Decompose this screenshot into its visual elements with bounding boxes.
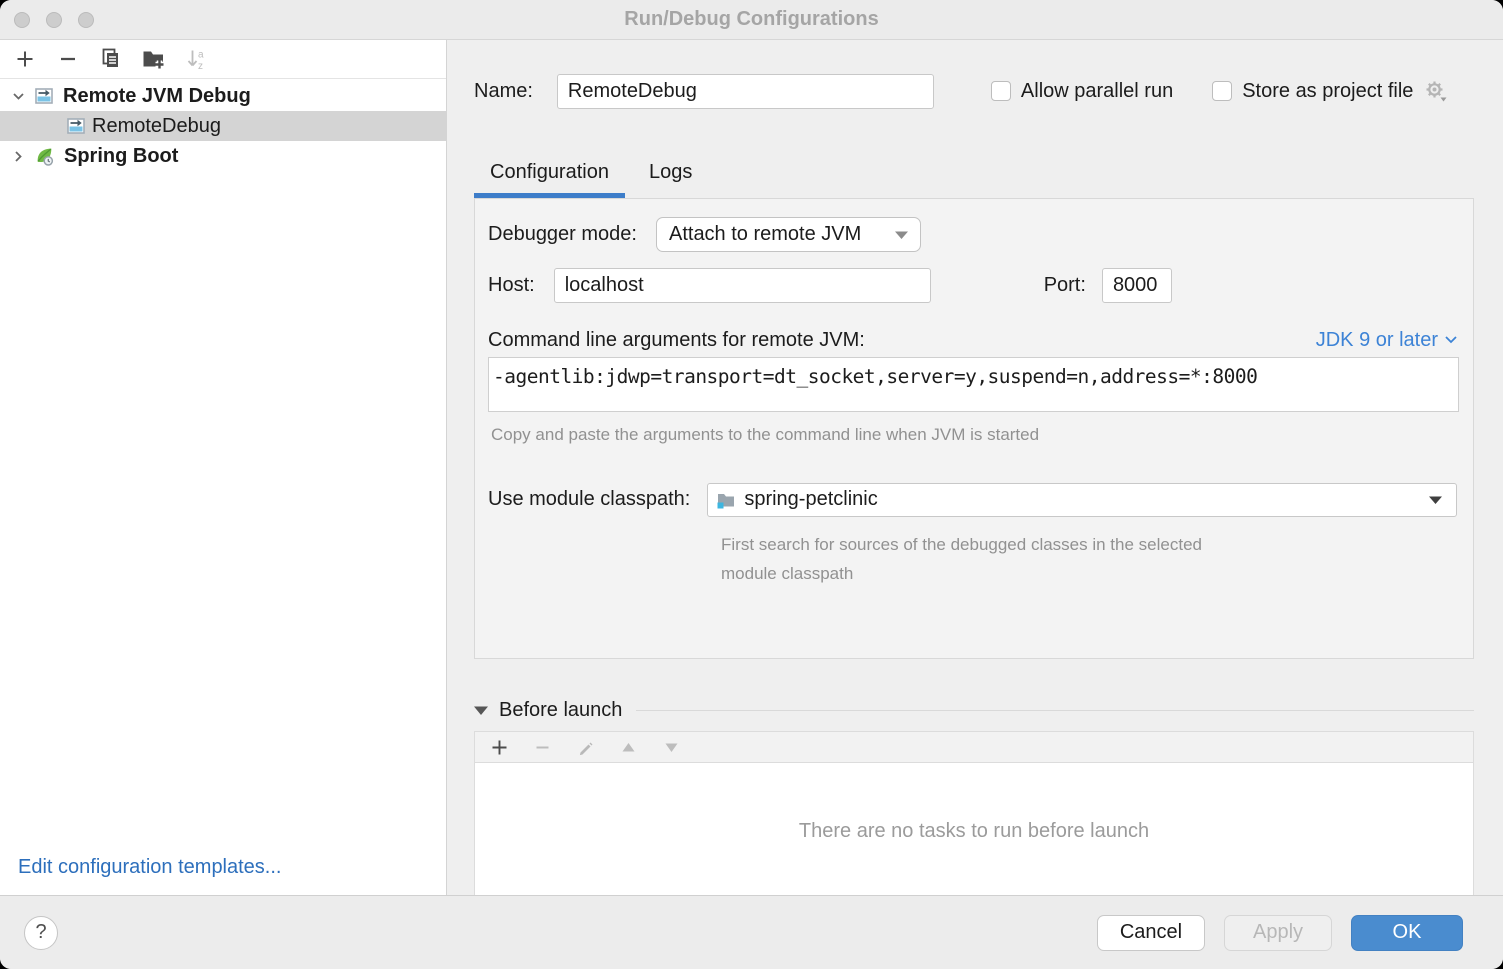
debugger-mode-row: Debugger mode: Attach to remote JVM: [488, 217, 1457, 252]
cancel-button[interactable]: Cancel: [1097, 915, 1205, 951]
configuration-tabs: Configuration Logs: [474, 156, 708, 198]
tree-group-remote-jvm-debug[interactable]: Remote JVM Debug: [0, 81, 446, 111]
tree-group-spring-boot[interactable]: Spring Boot: [0, 141, 446, 171]
debugger-mode-value: Attach to remote JVM: [669, 223, 895, 246]
remote-debug-config-icon: [66, 116, 86, 136]
copy-configuration-icon[interactable]: [99, 47, 123, 71]
edit-task-icon[interactable]: [575, 737, 595, 757]
help-button[interactable]: ?: [24, 916, 58, 950]
new-folder-icon[interactable]: [142, 47, 166, 71]
sort-alphabetically-icon[interactable]: az: [185, 47, 209, 71]
name-row: Name: Allow parallel run Store as projec…: [474, 73, 1487, 109]
chevron-down-icon: [1445, 336, 1457, 344]
move-down-icon[interactable]: [661, 737, 681, 757]
chevron-down-icon[interactable]: [10, 89, 26, 104]
before-launch-toolbar: [474, 731, 1474, 763]
jdk-version-selector[interactable]: JDK 9 or later: [1316, 329, 1457, 352]
ok-button[interactable]: OK: [1351, 915, 1463, 951]
store-as-project-file-checkbox-group: Store as project file: [1212, 80, 1413, 103]
chevron-right-icon[interactable]: [10, 149, 26, 164]
debugger-mode-select[interactable]: Attach to remote JVM: [656, 217, 921, 252]
before-launch-title: Before launch: [499, 699, 622, 722]
run-debug-configurations-dialog: Run/Debug Configurations az: [0, 0, 1503, 969]
configuration-tab-panel: Debugger mode: Attach to remote JVM Host…: [474, 198, 1474, 659]
edit-configuration-templates-link[interactable]: Edit configuration templates...: [18, 856, 281, 879]
tree-item-remotedebug[interactable]: RemoteDebug: [0, 111, 446, 141]
allow-parallel-run-checkbox-group: Allow parallel run: [991, 80, 1173, 103]
allow-parallel-run-label: Allow parallel run: [1021, 80, 1173, 103]
section-divider: [636, 710, 1474, 711]
command-line-hint: Copy and paste the arguments to the comm…: [491, 425, 1039, 445]
module-classpath-value: spring-petclinic: [744, 488, 1429, 511]
host-label: Host:: [488, 274, 535, 297]
add-configuration-icon[interactable]: [13, 47, 37, 71]
tree-group-label: Spring Boot: [64, 145, 178, 168]
remove-configuration-icon[interactable]: [56, 47, 80, 71]
apply-button[interactable]: Apply: [1224, 915, 1332, 951]
module-classpath-label: Use module classpath:: [488, 488, 690, 511]
command-line-label: Command line arguments for remote JVM:: [488, 329, 865, 352]
jdk-version-value: JDK 9 or later: [1316, 329, 1438, 352]
name-input[interactable]: [557, 74, 934, 109]
collapse-triangle-icon[interactable]: [474, 706, 488, 715]
configurations-sidebar: az Remote JVM Debug RemoteDebug: [0, 40, 447, 895]
module-icon: [716, 490, 736, 510]
remove-task-icon[interactable]: [532, 737, 552, 757]
configurations-tree: Remote JVM Debug RemoteDebug Spring Boot: [0, 81, 446, 171]
remote-debug-config-icon: [34, 86, 54, 106]
add-task-icon[interactable]: [489, 737, 509, 757]
spring-boot-icon: [34, 146, 55, 167]
configuration-details-panel: Name: Allow parallel run Store as projec…: [448, 40, 1503, 895]
before-launch-task-list[interactable]: There are no tasks to run before launch: [474, 763, 1474, 895]
tab-configuration[interactable]: Configuration: [474, 156, 625, 198]
action-buttons: Cancel Apply OK: [1097, 915, 1463, 951]
window-title: Run/Debug Configurations: [0, 0, 1503, 39]
close-window-button[interactable]: [14, 12, 30, 28]
tree-item-label: RemoteDebug: [92, 115, 221, 138]
minimize-window-button[interactable]: [46, 12, 62, 28]
name-label: Name:: [474, 80, 533, 103]
command-line-label-row: Command line arguments for remote JVM: J…: [488, 326, 1457, 354]
host-input[interactable]: [554, 268, 931, 303]
sidebar-toolbar: az: [0, 40, 446, 79]
before-launch-header[interactable]: Before launch: [474, 697, 1474, 723]
allow-parallel-run-checkbox[interactable]: [991, 81, 1011, 101]
tree-group-label: Remote JVM Debug: [63, 85, 251, 108]
host-port-row: Host: Port:: [488, 268, 1457, 303]
port-input[interactable]: [1102, 268, 1172, 303]
title-bar: Run/Debug Configurations: [0, 0, 1503, 40]
empty-tasks-message: There are no tasks to run before launch: [475, 820, 1473, 843]
dropdown-arrow-icon: [895, 231, 908, 239]
dropdown-arrow-icon: [1429, 496, 1442, 504]
gear-icon[interactable]: [1423, 78, 1449, 104]
dialog-footer: ? Cancel Apply OK: [0, 895, 1503, 969]
store-as-project-file-checkbox[interactable]: [1212, 81, 1232, 101]
store-as-project-file-label: Store as project file: [1242, 80, 1413, 103]
zoom-window-button[interactable]: [78, 12, 94, 28]
command-line-arguments-textarea[interactable]: -agentlib:jdwp=transport=dt_socket,serve…: [488, 357, 1459, 412]
traffic-lights: [14, 12, 94, 28]
module-classpath-select[interactable]: spring-petclinic: [707, 483, 1457, 517]
tab-logs[interactable]: Logs: [633, 156, 708, 198]
svg-text:a: a: [198, 50, 204, 61]
move-up-icon[interactable]: [618, 737, 638, 757]
module-classpath-hint: First search for sources of the debugged…: [721, 530, 1226, 588]
svg-text:z: z: [198, 61, 203, 70]
port-label: Port:: [1044, 274, 1086, 297]
debugger-mode-label: Debugger mode:: [488, 223, 637, 246]
module-classpath-row: Use module classpath: spring-petclinic: [488, 482, 1457, 517]
